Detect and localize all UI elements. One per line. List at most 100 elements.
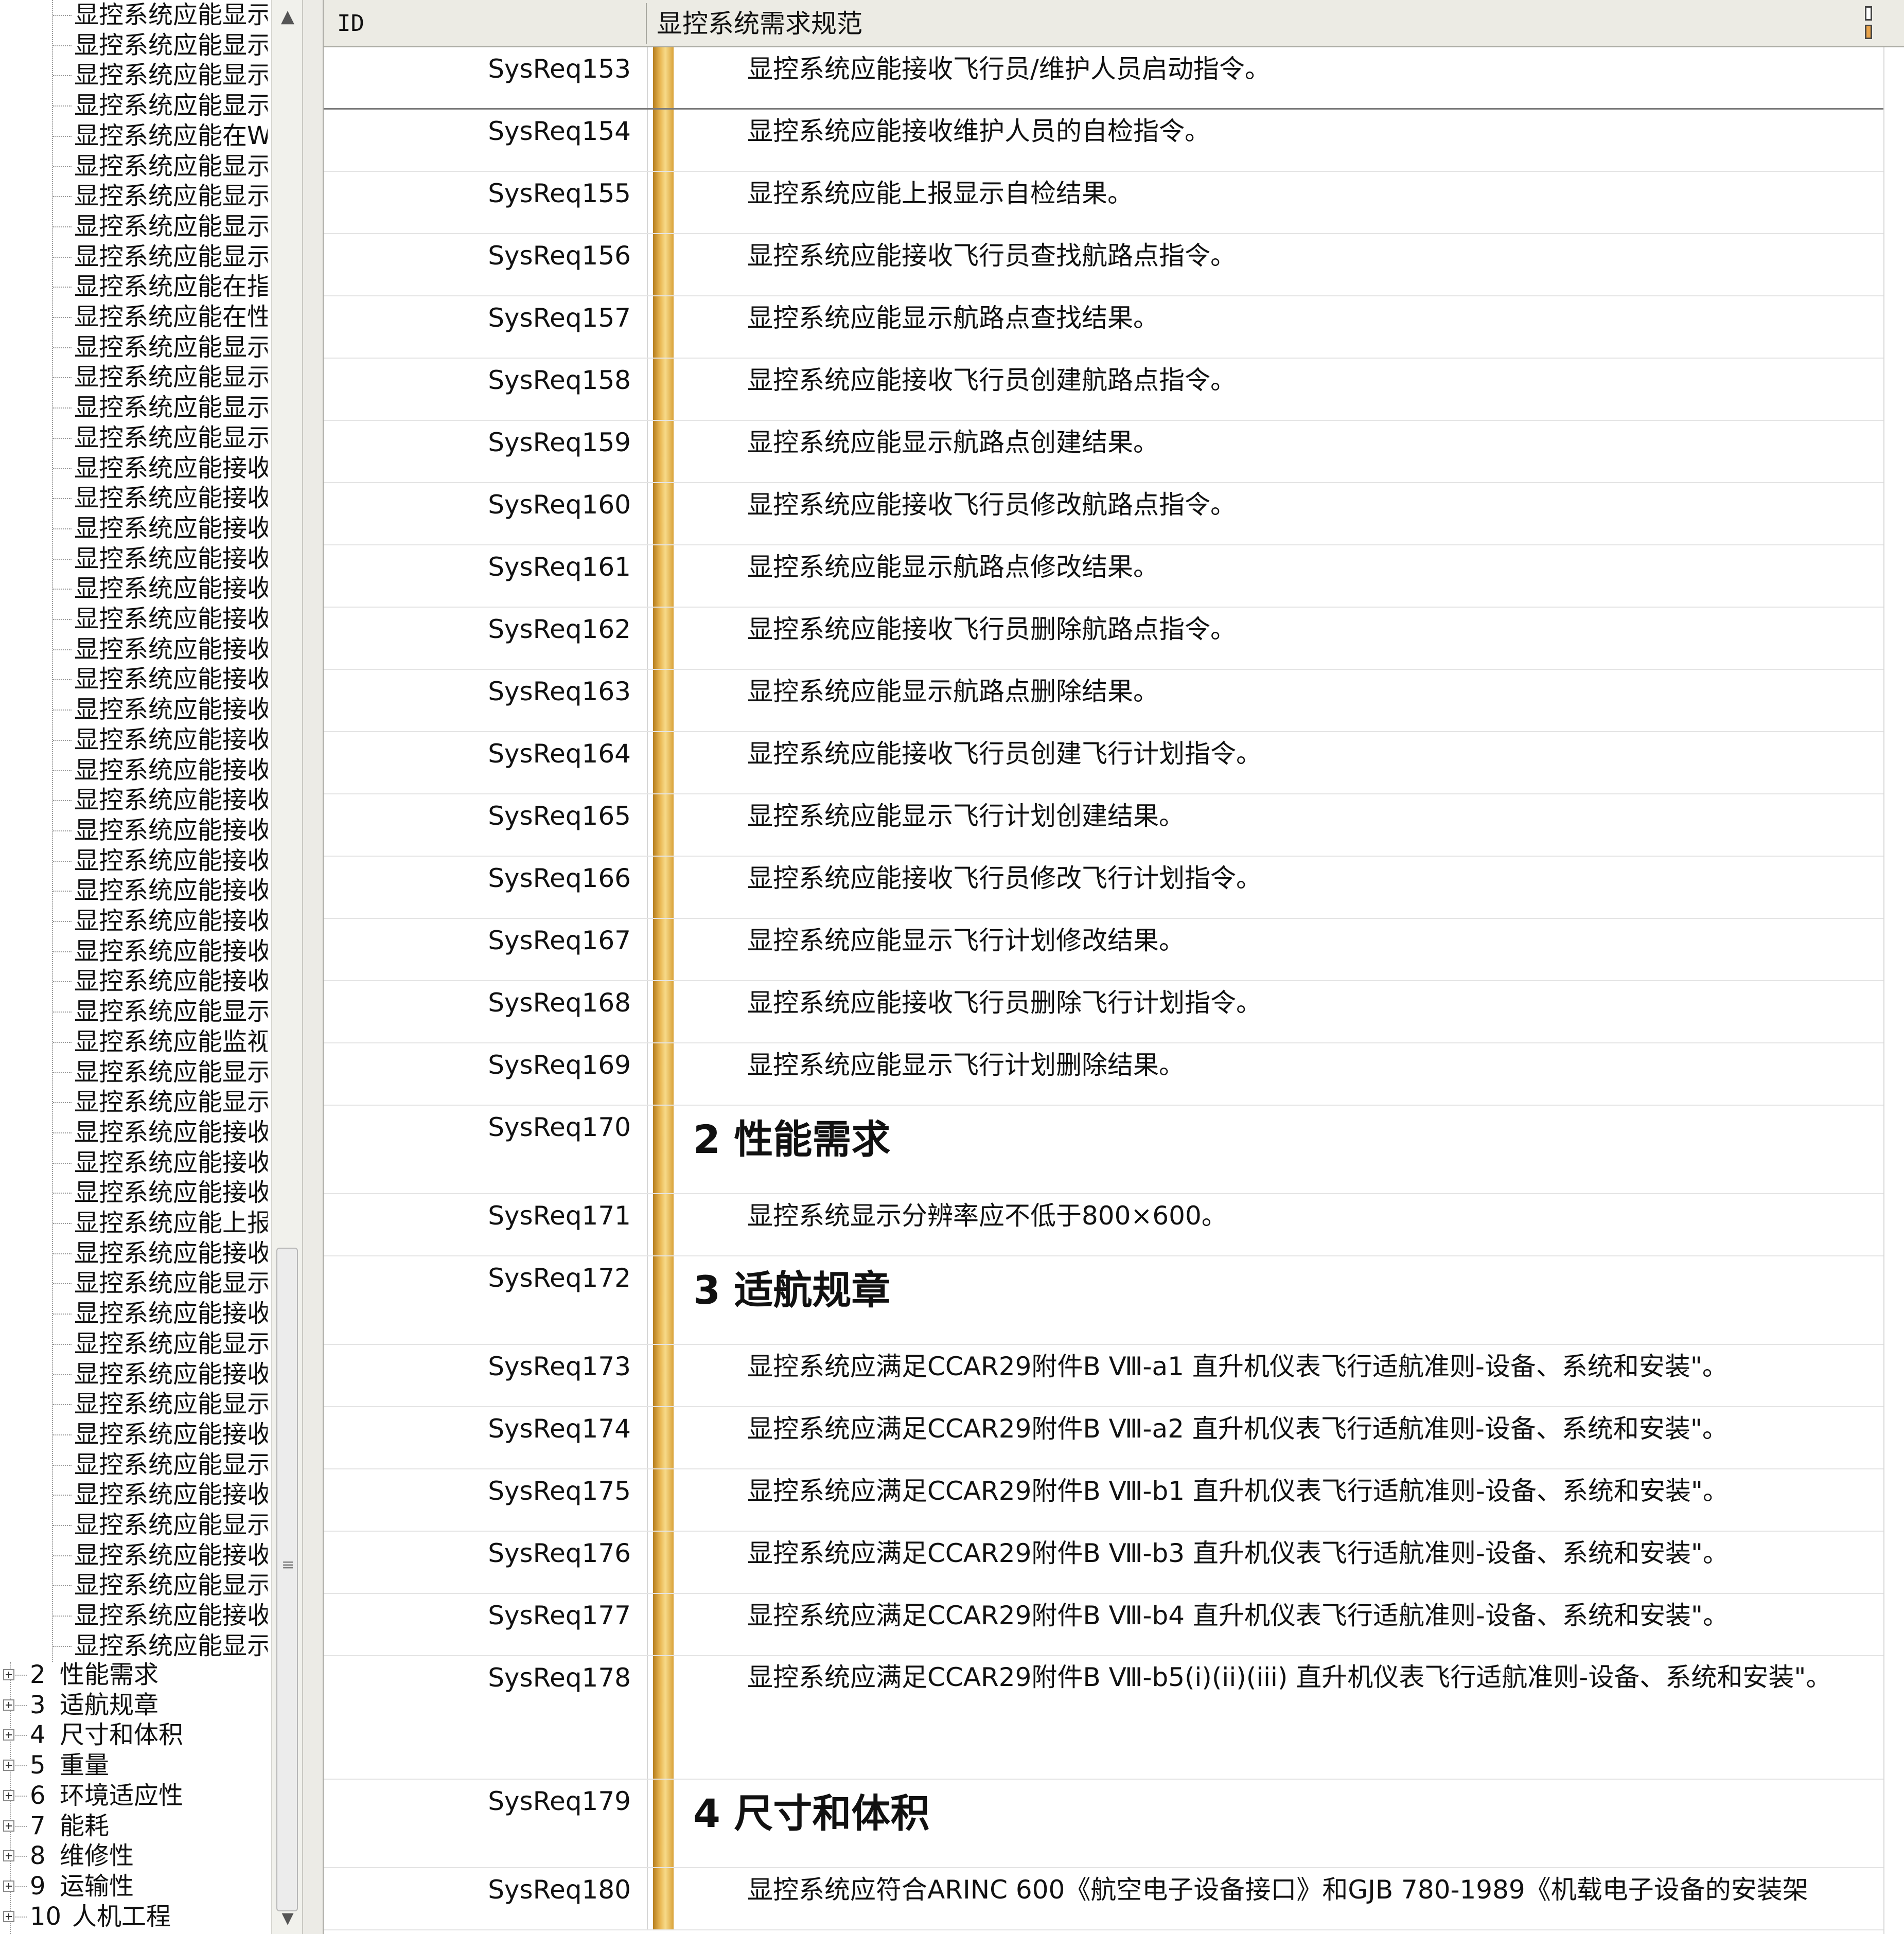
requirements-tree[interactable]: 显控系统应能显示 显控系统应能显示 显控系统应能显示 显控系统应能显示 显控系统应能在W… — [0, 0, 271, 1934]
tree-leaf-item[interactable]: 显控系统应能接收 — [0, 815, 271, 845]
tree-leaf-item[interactable]: 显控系统应能在指 — [0, 272, 271, 301]
tree-leaf-item[interactable]: 显控系统应能显示 — [0, 30, 271, 60]
plus-box-icon[interactable] — [3, 1850, 14, 1862]
scroll-up-arrow-icon[interactable]: ▲ — [276, 5, 299, 28]
grid-row[interactable]: SysReq167 显控系统应能显示飞行计划修改结果。 — [324, 919, 1883, 981]
plus-box-icon[interactable] — [3, 1729, 14, 1741]
tree-leaf-item[interactable]: 显控系统应能接收 — [0, 1117, 271, 1147]
grid-row[interactable]: SysReq155 显控系统应能上报显示自检结果。 — [324, 172, 1883, 234]
tree-leaf-item[interactable]: 显控系统应能接收 — [0, 1148, 271, 1178]
plus-box-icon[interactable] — [3, 1699, 14, 1711]
tree-leaf-item[interactable]: 显控系统应能显示 — [0, 1450, 271, 1480]
grid-row[interactable]: SysReq179 4 尺寸和体积 — [324, 1780, 1883, 1868]
tree-leaf-item[interactable]: 显控系统应能接收 — [0, 634, 271, 664]
scroll-down-arrow-icon[interactable]: ▼ — [276, 1907, 299, 1930]
grid-row[interactable]: SysReq178 显控系统应满足CCAR29附件B Ⅷ-b5(i)(ii)(ii… — [324, 1656, 1883, 1780]
tree-group-item[interactable]: 6 环境适应性 — [0, 1781, 271, 1811]
plus-box-icon[interactable] — [3, 1669, 14, 1680]
tree-leaf-item[interactable]: 显控系统应能接收 — [0, 1420, 271, 1449]
grid-row[interactable]: SysReq162 显控系统应能接收飞行员删除航路点指令。 — [324, 608, 1883, 670]
tree-leaf-item[interactable]: 显控系统应能显示 — [0, 1631, 271, 1661]
tree-group-item[interactable]: 8 维修性 — [0, 1841, 271, 1871]
grid-row[interactable]: SysReq177 显控系统应满足CCAR29附件B Ⅷ-b4 直升机仪表飞行适航… — [324, 1594, 1883, 1656]
tree-leaf-item[interactable]: 显控系统应能接收 — [0, 755, 271, 785]
tree-leaf-item[interactable]: 显控系统应能接收 — [0, 1480, 271, 1510]
tree-leaf-item[interactable]: 显控系统应能显示 — [0, 997, 271, 1026]
tree-leaf-item[interactable]: 显控系统应能上报 — [0, 1208, 271, 1238]
plus-box-icon[interactable] — [3, 1820, 14, 1832]
tree-leaf-item[interactable]: 显控系统应能显示 — [0, 1329, 271, 1359]
grid-row[interactable]: SysReq175 显控系统应满足CCAR29附件B Ⅷ-b1 直升机仪表飞行适航… — [324, 1469, 1883, 1532]
tree-leaf-item[interactable]: 显控系统应能显示 — [0, 60, 271, 90]
grid-row[interactable]: SysReq171 显控系统显示分辨率应不低于800×600。 — [324, 1194, 1883, 1256]
tree-leaf-item[interactable]: 显控系统应能显示 — [0, 1510, 271, 1540]
tree-leaf-item[interactable]: 显控系统应能接收 — [0, 544, 271, 574]
grid-row[interactable]: SysReq160 显控系统应能接收飞行员修改航路点指令。 — [324, 483, 1883, 545]
scrollbar-thumb[interactable]: ≡ — [276, 1248, 298, 1911]
grid-row[interactable]: SysReq159 显控系统应能显示航路点创建结果。 — [324, 421, 1883, 483]
tree-leaf-item[interactable]: 显控系统应能接收 — [0, 906, 271, 936]
tree-leaf-item[interactable]: 显控系统应能接收 — [0, 574, 271, 604]
tree-leaf-item[interactable]: 显控系统应能接收 — [0, 725, 271, 755]
tree-leaf-item[interactable]: 显控系统应能接收 — [0, 785, 271, 815]
tree-leaf-item[interactable]: 显控系统应能显示 — [0, 1057, 271, 1087]
grid-row[interactable]: SysReq156 显控系统应能接收飞行员查找航路点指令。 — [324, 234, 1883, 296]
grid-row[interactable]: SysReq165 显控系统应能显示飞行计划创建结果。 — [324, 794, 1883, 857]
tree-leaf-item[interactable]: 显控系统应能在性 — [0, 302, 271, 332]
tree-leaf-item[interactable]: 显控系统应能显示 — [0, 1087, 271, 1117]
tree-group-item[interactable]: 10 人机工程 — [0, 1902, 271, 1931]
plus-box-icon[interactable] — [3, 1760, 14, 1771]
pane-splitter[interactable] — [302, 0, 324, 1934]
tree-leaf-item[interactable]: 显控系统应能在W — [0, 121, 271, 151]
tree-leaf-item[interactable]: 显控系统应能接收 — [0, 1299, 271, 1328]
grid-row[interactable]: SysReq176 显控系统应满足CCAR29附件B Ⅷ-b3 直升机仪表飞行适航… — [324, 1532, 1883, 1594]
tree-leaf-item[interactable]: 显控系统应能监视 — [0, 1027, 271, 1057]
tree-leaf-item[interactable]: 显控系统应能显示 — [0, 0, 271, 30]
tree-group-item[interactable]: 7 能耗 — [0, 1811, 271, 1841]
tree-leaf-item[interactable]: 显控系统应能接收 — [0, 846, 271, 876]
tree-leaf-item[interactable]: 显控系统应能显示 — [0, 423, 271, 453]
tree-leaf-item[interactable]: 显控系统应能接收 — [0, 876, 271, 906]
grid-row[interactable]: SysReq170 2 性能需求 — [324, 1106, 1883, 1194]
tree-scrollbar[interactable]: ▲ ≡ ▼ — [271, 0, 302, 1934]
grid-row[interactable]: SysReq168 显控系统应能接收飞行员删除飞行计划指令。 — [324, 981, 1883, 1043]
plus-box-icon[interactable] — [3, 1880, 14, 1892]
tree-leaf-item[interactable]: 显控系统应能接收 — [0, 664, 271, 694]
tree-leaf-item[interactable]: 显控系统应能接收 — [0, 453, 271, 483]
plus-box-icon[interactable] — [3, 1789, 14, 1801]
tree-group-item[interactable]: 2 性能需求 — [0, 1660, 271, 1690]
grid-row[interactable]: SysReq172 3 适航规章 — [324, 1256, 1883, 1345]
grid-row[interactable]: SysReq153 显控系统应能接收飞行员/维护人员启动指令。 — [324, 47, 1883, 110]
grid-row[interactable]: SysReq169 显控系统应能显示飞行计划删除结果。 — [324, 1043, 1883, 1106]
grid-scroll-area[interactable] — [1883, 47, 1904, 1934]
grid-row[interactable]: SysReq164 显控系统应能接收飞行员创建飞行计划指令。 — [324, 732, 1883, 794]
tree-leaf-item[interactable]: 显控系统应能接收 — [0, 1540, 271, 1570]
requirements-grid[interactable]: ID 显控系统需求规范 SysReq153 显控系统应能接收飞行员/维护人员启动指… — [324, 0, 1904, 1934]
grid-row[interactable]: SysReq157 显控系统应能显示航路点查找结果。 — [324, 296, 1883, 359]
grid-row[interactable]: SysReq161 显控系统应能显示航路点修改结果。 — [324, 545, 1883, 608]
grid-row[interactable]: SysReq154 显控系统应能接收维护人员的自检指令。 — [324, 110, 1883, 172]
tree-group-item[interactable]: 3 适航规章 — [0, 1690, 271, 1720]
tree-leaf-item[interactable]: 显控系统应能显示 — [0, 393, 271, 422]
grid-row[interactable]: SysReq180 显控系统应符合ARINC 600《航空电子设备接口》和GJB … — [324, 1868, 1883, 1930]
tree-leaf-item[interactable]: 显控系统应能显示 — [0, 211, 271, 241]
tree-group-item[interactable]: 4 尺寸和体积 — [0, 1720, 271, 1750]
tree-leaf-item[interactable]: 显控系统应能接收 — [0, 513, 271, 543]
tree-leaf-item[interactable]: 显控系统应能显示 — [0, 1389, 271, 1419]
grid-row[interactable]: SysReq173 显控系统应满足CCAR29附件B Ⅷ-a1 直升机仪表飞行适航… — [324, 1345, 1883, 1407]
tree-leaf-item[interactable]: 显控系统应能显示 — [0, 151, 271, 181]
tree-leaf-item[interactable]: 显控系统应能显示 — [0, 1268, 271, 1298]
grid-row[interactable]: SysReq163 显控系统应能显示航路点删除结果。 — [324, 670, 1883, 732]
tree-leaf-item[interactable]: 显控系统应能显示 — [0, 242, 271, 272]
tree-leaf-item[interactable]: 显控系统应能显示 — [0, 332, 271, 362]
tree-group-item[interactable]: 9 运输性 — [0, 1871, 271, 1901]
tree-leaf-item[interactable]: 显控系统应能接收 — [0, 1359, 271, 1389]
grid-row[interactable]: SysReq158 显控系统应能接收飞行员创建航路点指令。 — [324, 359, 1883, 421]
tree-leaf-item[interactable]: 显控系统应能接收 — [0, 604, 271, 634]
tree-group-item[interactable]: 5 重量 — [0, 1750, 271, 1780]
tree-leaf-item[interactable]: 显控系统应能显示 — [0, 181, 271, 211]
tree-leaf-item[interactable]: 显控系统应能接收 — [0, 483, 271, 513]
tree-leaf-item[interactable]: 显控系统应能接收 — [0, 936, 271, 966]
tree-leaf-item[interactable]: 显控系统应能显示 — [0, 1570, 271, 1600]
tree-leaf-item[interactable]: 显控系统应能显示 — [0, 91, 271, 120]
